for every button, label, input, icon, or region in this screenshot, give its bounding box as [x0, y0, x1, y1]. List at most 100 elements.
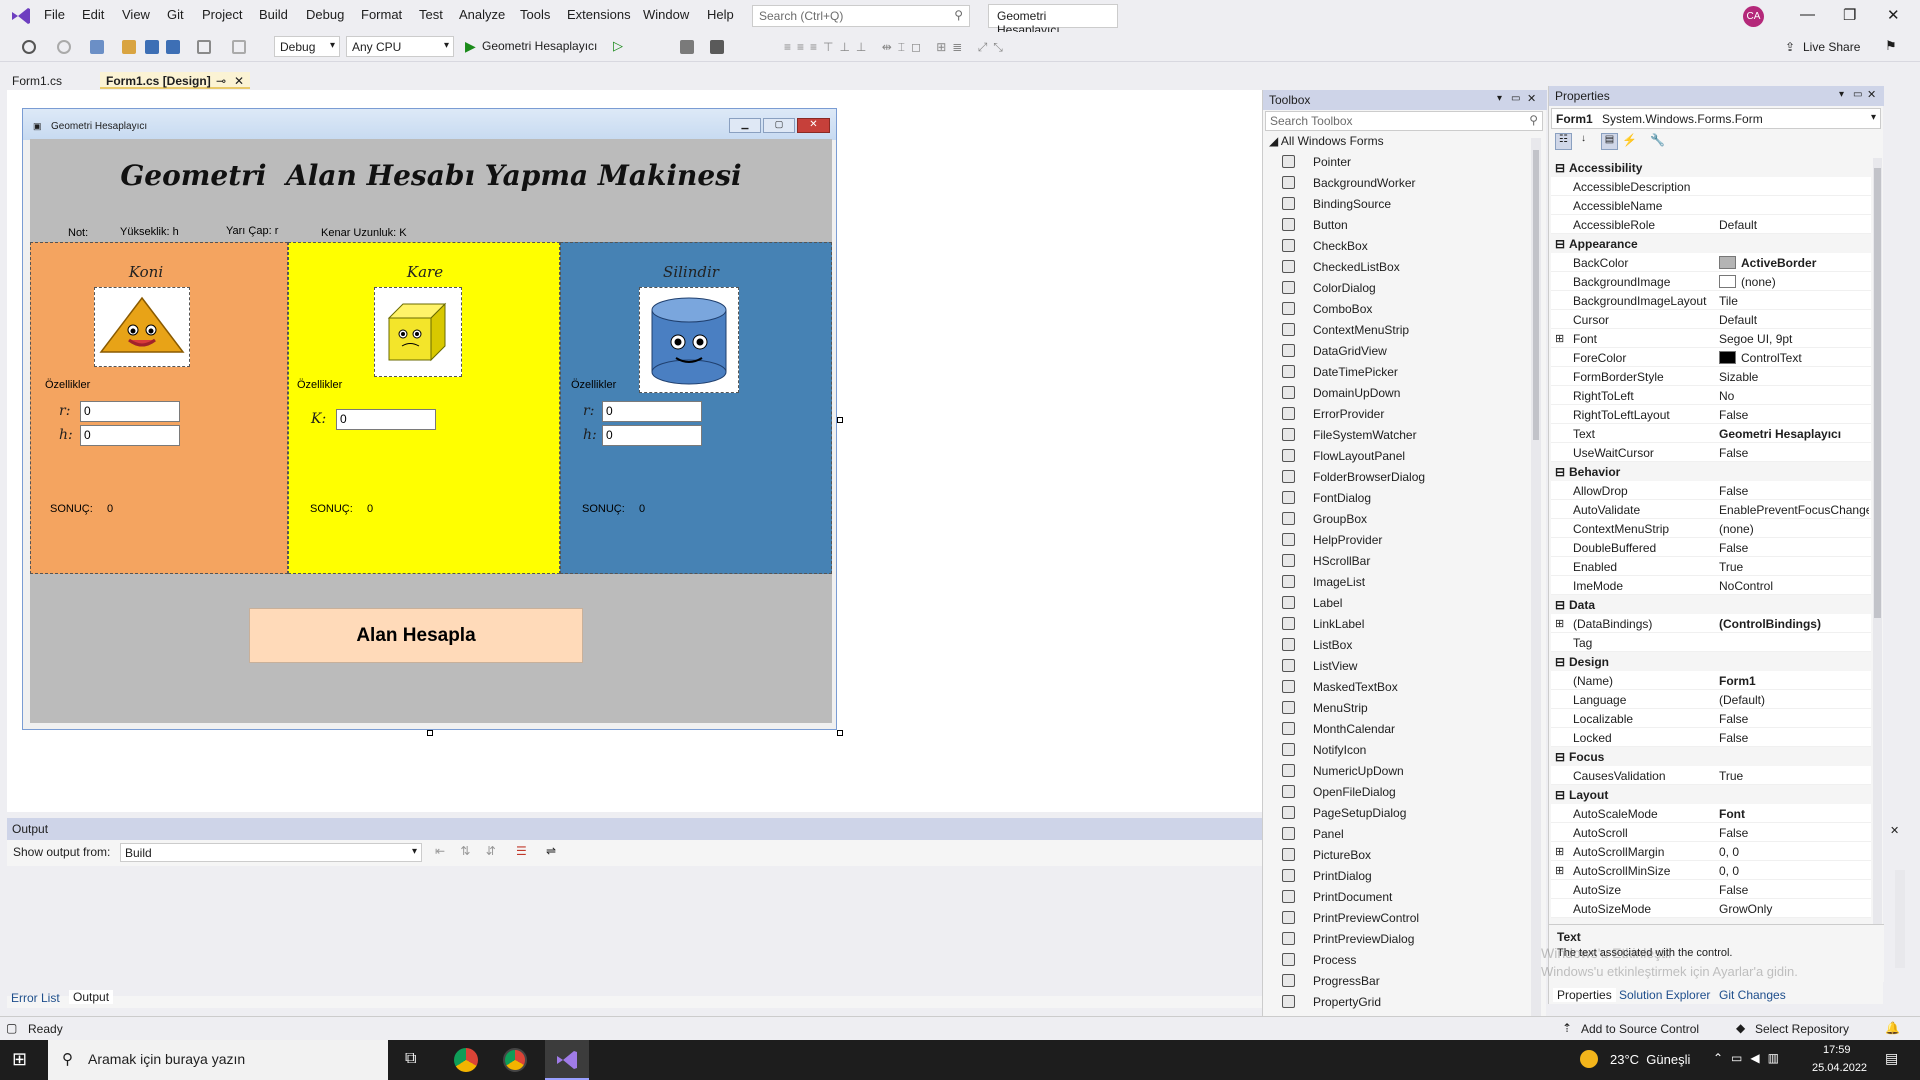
run-target[interactable]: Geometri Hesaplayıcı [482, 39, 597, 53]
tab-properties[interactable]: Properties [1553, 988, 1616, 1002]
notifications-icon[interactable]: 🔔 [1885, 1021, 1900, 1035]
add-to-source-control[interactable]: Add to Source Control [1581, 1022, 1699, 1036]
kare-k-input[interactable]: 0 [336, 409, 436, 430]
property-row[interactable]: Language (Default) [1551, 690, 1871, 709]
action-center-icon[interactable]: ▤ [1885, 1050, 1898, 1067]
kare-panel[interactable]: Kare Özellikler K: 0 SONUÇ: 0 [288, 242, 560, 574]
expand-icon[interactable]: ⊞ [1555, 864, 1564, 877]
form-maximize-icon[interactable]: ▢ [763, 118, 795, 133]
toolbox-item[interactable]: BindingSource [1263, 194, 1533, 215]
resize-handle-right[interactable] [837, 417, 843, 423]
toolbox-item[interactable]: PrintDialog [1263, 866, 1533, 887]
silindir-picture[interactable] [639, 287, 739, 393]
property-value[interactable]: No [1719, 389, 1869, 403]
property-row[interactable]: BackgroundImageLayout Tile [1551, 291, 1871, 310]
property-value[interactable]: False [1719, 712, 1869, 726]
property-row[interactable]: AutoScaleMode Font [1551, 804, 1871, 823]
save-icon[interactable] [145, 40, 159, 54]
property-row[interactable]: ForeColor ControlText [1551, 348, 1871, 367]
property-row[interactable]: UseWaitCursor False [1551, 443, 1871, 462]
property-row[interactable]: CausesValidation True [1551, 766, 1871, 785]
task-view-icon[interactable]: ⧉ [405, 1050, 416, 1068]
menu-tools[interactable]: Tools [520, 7, 550, 22]
property-row[interactable]: Tag [1551, 633, 1871, 652]
menu-view[interactable]: View [122, 7, 150, 22]
weather-text[interactable]: 23°C Güneşli [1610, 1052, 1690, 1067]
property-category[interactable]: ⊟ Design [1551, 652, 1871, 671]
live-share-button[interactable]: Live Share [1803, 40, 1860, 54]
toolbox-dropdown-icon[interactable]: ▾ [1497, 93, 1502, 104]
tab-git-changes[interactable]: Git Changes [1719, 988, 1786, 1002]
start-icon[interactable]: ▶ [465, 38, 476, 55]
back-icon[interactable] [22, 40, 36, 54]
minimize-icon[interactable]: — [1800, 6, 1815, 23]
restore-icon[interactable]: ❐ [1843, 6, 1856, 24]
layout-align-icons[interactable]: ≡≡≡⊤⊥⊥ ⇹⌶◻ ⊞≣ ⤢⤡ [784, 40, 1009, 55]
property-value[interactable]: (ControlBindings) [1719, 617, 1869, 631]
weather-icon[interactable] [1580, 1050, 1598, 1068]
toolbox-item[interactable]: PrintDocument [1263, 887, 1533, 908]
property-row[interactable]: BackgroundImage (none) [1551, 272, 1871, 291]
tab-output[interactable]: Output [69, 990, 114, 1004]
property-value[interactable]: 0, 0 [1719, 845, 1869, 859]
collapse-icon[interactable]: ⊟ [1555, 598, 1565, 612]
clock-date[interactable]: 25.04.2022 [1812, 1062, 1867, 1074]
expand-icon[interactable]: ⊞ [1555, 845, 1564, 858]
property-category[interactable]: ⊟ Data [1551, 595, 1871, 614]
property-value[interactable]: (Default) [1719, 693, 1869, 707]
property-row[interactable]: ImeMode NoControl [1551, 576, 1871, 595]
output-text-area[interactable] [7, 866, 1262, 996]
property-category[interactable]: ⊟ Appearance [1551, 234, 1871, 253]
clear-all-icon[interactable]: ☰ [516, 844, 527, 858]
expand-icon[interactable]: ⊞ [1555, 332, 1564, 345]
property-value[interactable]: True [1719, 769, 1869, 783]
property-row[interactable]: BackColor ActiveBorder [1551, 253, 1871, 272]
toolbox-item[interactable]: NotifyIcon [1263, 740, 1533, 761]
toolbar-icon-b[interactable] [710, 40, 724, 54]
toolbox-item[interactable]: FontDialog [1263, 488, 1533, 509]
object-selector[interactable]: Form1 System.Windows.Forms.Form ▾ [1551, 108, 1881, 129]
toolbox-item[interactable]: DataGridView [1263, 341, 1533, 362]
output-nav-icons[interactable]: ⇤ ⇅ ⇵ [435, 844, 502, 858]
toolbox-item[interactable]: HScrollBar [1263, 551, 1533, 572]
toolbox-item[interactable]: CheckedListBox [1263, 257, 1533, 278]
properties-scrollbar[interactable] [1873, 158, 1882, 924]
resize-handle-corner[interactable] [837, 730, 843, 736]
feedback-icon[interactable]: ⚑ [1885, 38, 1897, 54]
tab-error-list[interactable]: Error List [11, 991, 60, 1005]
menu-file[interactable]: File [44, 7, 65, 22]
taskbar-search[interactable]: ⚲ Aramak için buraya yazın [48, 1040, 388, 1080]
collapse-icon[interactable]: ⊟ [1555, 161, 1565, 175]
properties-dropdown-icon[interactable]: ▾ [1839, 89, 1844, 100]
property-row[interactable]: Locked False [1551, 728, 1871, 747]
property-value[interactable]: False [1719, 484, 1869, 498]
property-row[interactable]: AccessibleName [1551, 196, 1871, 215]
toolbox-close-icon[interactable]: ✕ [1527, 92, 1536, 105]
property-row[interactable]: AutoScroll False [1551, 823, 1871, 842]
toolbox-item[interactable]: FileSystemWatcher [1263, 425, 1533, 446]
platform-dropdown[interactable]: Any CPU [346, 36, 454, 57]
property-row[interactable]: ⊞ AutoScrollMargin 0, 0 [1551, 842, 1871, 861]
menu-analyze[interactable]: Analyze [459, 7, 505, 22]
kare-picture[interactable] [374, 287, 462, 377]
toolbox-item[interactable]: ComboBox [1263, 299, 1533, 320]
select-repository[interactable]: Select Repository [1755, 1022, 1849, 1036]
live-share-icon[interactable]: ⇪ [1785, 40, 1795, 54]
property-row[interactable]: AccessibleRole Default [1551, 215, 1871, 234]
close-icon[interactable]: ✕ [1887, 6, 1900, 24]
undo-icon[interactable] [197, 40, 211, 54]
menu-edit[interactable]: Edit [82, 7, 104, 22]
property-row[interactable]: DoubleBuffered False [1551, 538, 1871, 557]
properties-close-icon[interactable]: ✕ [1867, 88, 1876, 101]
property-value[interactable]: Form1 [1719, 674, 1869, 688]
toolbox-item[interactable]: ContextMenuStrip [1263, 320, 1533, 341]
calc-button[interactable]: Alan Hesapla [249, 608, 583, 663]
toolbox-item[interactable]: MonthCalendar [1263, 719, 1533, 740]
property-value[interactable]: Tile [1719, 294, 1869, 308]
property-value[interactable]: Geometri Hesaplayıcı [1719, 427, 1869, 441]
toolbox-item[interactable]: ColorDialog [1263, 278, 1533, 299]
visual-studio-taskbar-button[interactable] [545, 1040, 589, 1080]
save-all-icon[interactable] [166, 40, 180, 54]
property-category[interactable]: ⊟ Layout [1551, 785, 1871, 804]
open-icon[interactable] [122, 40, 136, 54]
